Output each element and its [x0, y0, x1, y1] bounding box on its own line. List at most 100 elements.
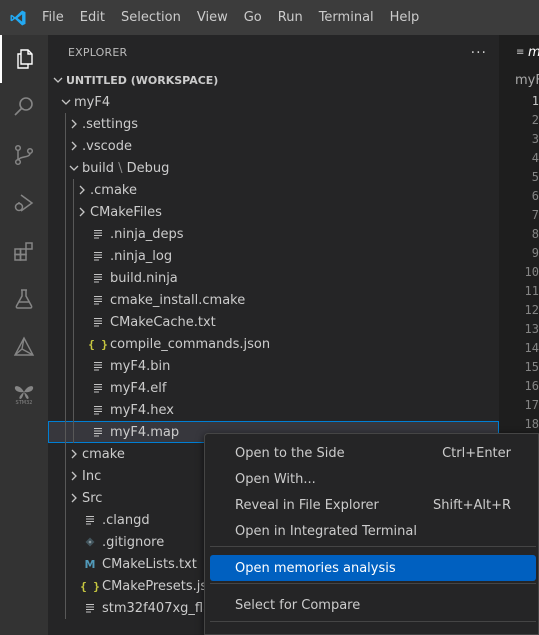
tree-folder[interactable]: .settings: [48, 113, 499, 135]
indent-guide: [65, 179, 66, 201]
title-bar: File Edit Selection View Go Run Terminal…: [0, 0, 539, 35]
tree-folder[interactable]: .vscode: [48, 135, 499, 157]
indent-guide: [65, 157, 66, 179]
breadcrumb[interactable]: myF: [499, 70, 539, 92]
search-icon[interactable]: [0, 83, 48, 131]
context-menu-item[interactable]: Open memories analysis: [210, 555, 536, 581]
indent-guide: [65, 553, 66, 575]
line-number: 5: [531, 170, 539, 184]
context-menu-item[interactable]: Open With...: [210, 466, 536, 492]
indent-guide: [65, 443, 66, 465]
cmake-m-icon: M: [84, 557, 96, 571]
context-menu-separator: [210, 583, 536, 584]
run-debug-icon[interactable]: [0, 179, 48, 227]
indent-guide: [65, 267, 66, 289]
indent-guide: [65, 289, 66, 311]
tree-folder[interactable]: .cmake: [48, 179, 499, 201]
tree-item-label: compile_commands.json: [110, 336, 271, 352]
line-number: 1: [531, 94, 539, 108]
line-number: 7: [531, 208, 539, 222]
menu-edit[interactable]: Edit: [72, 0, 113, 35]
tree-item-label: .vscode: [82, 138, 132, 154]
line-number: 14: [524, 341, 539, 355]
chevron-right-icon: [66, 446, 82, 462]
line-number: 16: [524, 379, 539, 393]
tree-item-label: Debug: [126, 160, 170, 176]
menu-selection[interactable]: Selection: [113, 0, 189, 35]
tree-file[interactable]: myF4.elf: [48, 377, 499, 399]
line-number: 12: [524, 303, 539, 317]
stm32-icon[interactable]: STM32: [0, 371, 48, 419]
indent-guide: [73, 355, 74, 377]
indent-guide: [65, 421, 66, 443]
line-number: 15: [524, 360, 539, 374]
workspace-header[interactable]: UNTITLED (WORKSPACE): [48, 69, 499, 91]
file-lines-icon: [90, 402, 106, 418]
context-menu-separator: [210, 546, 536, 547]
tree-file[interactable]: cmake_install.cmake: [48, 289, 499, 311]
tree-file[interactable]: .ninja_deps: [48, 223, 499, 245]
tree-item-label: myF4.elf: [110, 380, 167, 396]
indent-guide: [65, 333, 66, 355]
menu-go[interactable]: Go: [236, 0, 270, 35]
indent-guide: [65, 531, 66, 553]
context-menu-item[interactable]: Select for Compare: [210, 592, 536, 618]
tree-file[interactable]: myF4.hex: [48, 399, 499, 421]
menu-terminal[interactable]: Terminal: [311, 0, 382, 35]
tree-folder[interactable]: CMakeFiles: [48, 201, 499, 223]
menu-file[interactable]: File: [36, 0, 72, 35]
context-menu-item[interactable]: Open in Integrated Terminal: [210, 518, 536, 544]
context-menu-label: Open in Integrated Terminal: [235, 523, 417, 539]
indent-guide: [65, 113, 66, 135]
indent-guide: [65, 487, 66, 509]
file-lines-icon: [90, 358, 106, 374]
context-menu-label: Select for Compare: [235, 597, 361, 613]
json-braces-icon: { }: [80, 579, 100, 593]
tree-item-label: myF4.bin: [110, 358, 171, 374]
tree-folder[interactable]: myF4: [48, 91, 499, 113]
menu-view[interactable]: View: [189, 0, 236, 35]
menu-help[interactable]: Help: [382, 0, 428, 35]
indent-guide: [65, 201, 66, 223]
source-control-icon[interactable]: [0, 131, 48, 179]
line-number: 13: [524, 322, 539, 336]
context-menu-item[interactable]: Reveal in File Explorer Shift+Alt+R: [210, 492, 536, 518]
tree-item-label: .ninja_log: [110, 248, 173, 264]
tree-file[interactable]: myF4.bin: [48, 355, 499, 377]
explorer-icon[interactable]: [0, 35, 48, 83]
indent-guide: [65, 245, 66, 267]
vscode-logo-icon: [0, 0, 36, 35]
file-lines-icon: [82, 512, 98, 528]
tree-item-label: .cmake: [90, 182, 137, 198]
indent-guide: [65, 575, 66, 597]
tree-file[interactable]: CMakeCache.txt: [48, 311, 499, 333]
tree-file[interactable]: build.ninja: [48, 267, 499, 289]
editor-tab[interactable]: ≡ m: [499, 35, 539, 70]
extensions-icon[interactable]: [0, 227, 48, 275]
testing-icon[interactable]: [0, 275, 48, 323]
tree-file[interactable]: { } compile_commands.json: [48, 333, 499, 355]
indent-guide: [65, 135, 66, 157]
tree-file[interactable]: .ninja_log: [48, 245, 499, 267]
tree-item-label: cmake_install.cmake: [110, 292, 246, 308]
workspace-label: UNTITLED (WORKSPACE): [66, 73, 219, 87]
indent-guide: [65, 355, 66, 377]
indent-guide: [73, 421, 74, 443]
line-number: 3: [531, 132, 539, 146]
cmake-icon[interactable]: [0, 323, 48, 371]
file-lines-icon: [90, 380, 106, 396]
menu-run[interactable]: Run: [270, 0, 311, 35]
indent-guide: [65, 311, 66, 333]
tree-folder[interactable]: build \ Debug: [48, 157, 499, 179]
tree-item-label: .ninja_deps: [110, 226, 184, 242]
tree-item-label: .settings: [82, 116, 138, 132]
context-menu-item[interactable]: Open to the Side Ctrl+Enter: [210, 440, 536, 466]
menu-bar: File Edit Selection View Go Run Terminal…: [36, 0, 427, 35]
tree-item-label: cmake: [82, 446, 125, 462]
tree-item-label: CMakeFiles: [90, 204, 162, 220]
more-actions-icon[interactable]: ···: [471, 45, 487, 61]
line-number: 10: [524, 265, 539, 279]
indent-guide: [65, 465, 66, 487]
explorer-title: EXPLORER: [68, 46, 128, 59]
context-menu-label: Open to the Side: [235, 445, 345, 461]
